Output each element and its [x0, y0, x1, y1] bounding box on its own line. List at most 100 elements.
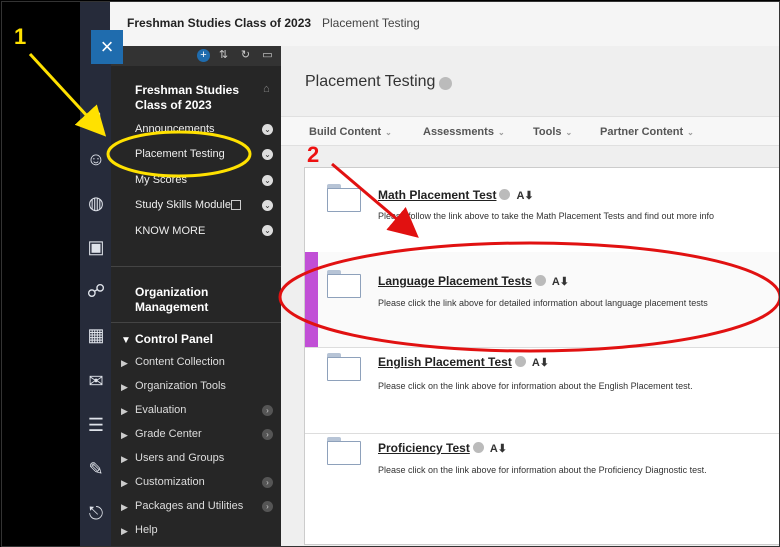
breadcrumb-page: Placement Testing: [322, 16, 420, 30]
edit-icon[interactable]: ✎: [85, 458, 107, 480]
globe-icon[interactable]: ◍: [85, 192, 107, 214]
caret-right-icon: ▶: [121, 430, 128, 440]
item-title[interactable]: Language Placement Tests A⬇: [378, 274, 569, 288]
list-item: Proficiency Test A⬇ Please click on the l…: [305, 433, 779, 519]
chevron-down-icon: ⌄: [385, 128, 392, 137]
action-bar: Build Content ⌄ Assessments ⌄ Tools ⌄ Partn…: [281, 116, 779, 146]
adaptive-release-icon: A⬇: [551, 276, 569, 288]
cp-customization[interactable]: Customization: [135, 476, 205, 488]
annotation-step-1: 1: [14, 24, 27, 49]
course-title[interactable]: Freshman Studies Class of 2023: [135, 83, 261, 113]
chevron-down-icon[interactable]: ⌄: [262, 225, 273, 236]
assessments-label: Assessments: [423, 126, 494, 138]
course-menu-toolbar: + ⇅ ↻ ▭: [111, 46, 281, 66]
reorder-icon[interactable]: ⇅: [217, 49, 230, 62]
chevron-down-icon: ⌄: [687, 128, 694, 137]
cp-users-groups[interactable]: Users and Groups: [135, 452, 224, 464]
item-description: Please click on the link above for infor…: [378, 381, 693, 391]
caret-right-icon: ▶: [121, 526, 128, 536]
tools-label: Tools: [533, 126, 562, 138]
user-icon[interactable]: ☺: [85, 148, 107, 170]
people-icon[interactable]: ☍: [85, 280, 107, 302]
divider: [111, 266, 281, 267]
cp-help[interactable]: Help: [135, 524, 158, 536]
course-menu: + ⇅ ↻ ▭ Freshman Studies Class of 2023 ⌂…: [111, 46, 281, 546]
chevron-down-icon: ⌄: [565, 128, 573, 137]
adaptive-release-icon: A⬇: [516, 190, 534, 202]
item-description: Please follow the link above to take the…: [378, 211, 715, 221]
item-title[interactable]: Proficiency Test A⬇: [378, 441, 507, 455]
chevron-down-icon: ⌄: [497, 128, 505, 137]
cp-grade-center[interactable]: Grade Center: [135, 428, 202, 440]
content-list: Math Placement Test A⬇ Please follow the …: [304, 167, 779, 545]
chevron-down-icon[interactable]: ⌄: [262, 149, 273, 160]
tools-menu[interactable]: Tools ⌄: [533, 126, 572, 138]
caret-right-icon: ▶: [121, 478, 128, 488]
caret-right-icon: ▶: [121, 502, 128, 512]
close-icon[interactable]: ×: [91, 30, 123, 64]
menu-item-study-skills[interactable]: Study Skills Module: [135, 199, 231, 211]
logout-icon[interactable]: ⎋: [85, 502, 107, 524]
caret-down-icon: ▼: [121, 335, 131, 346]
grades-icon[interactable]: ☰: [85, 414, 107, 436]
item-title-text[interactable]: English Placement Test: [378, 355, 512, 369]
menu-item-my-scores[interactable]: My Scores: [135, 174, 187, 186]
annotation-step-2: 2: [307, 142, 320, 167]
breadcrumb-course[interactable]: Freshman Studies Class of 2023: [127, 16, 311, 30]
refresh-icon[interactable]: ↻: [239, 49, 252, 62]
list-item: Language Placement Tests A⬇ Please click …: [305, 252, 779, 348]
calendar-icon[interactable]: ▦: [85, 324, 107, 346]
build-content-menu[interactable]: Build Content ⌄: [309, 126, 392, 138]
arrow-right-icon[interactable]: ›: [262, 477, 273, 488]
list-item: Math Placement Test A⬇ Please follow the …: [305, 168, 779, 253]
folder-icon: [327, 270, 361, 298]
arrow-right-icon[interactable]: ›: [262, 405, 273, 416]
item-title-text[interactable]: Language Placement Tests: [378, 274, 532, 288]
drag-handle[interactable]: [305, 252, 318, 347]
page-title: Placement Testing: [305, 73, 436, 90]
chevron-down-icon[interactable]: [514, 356, 526, 367]
breadcrumb: Freshman Studies Class of 2023 Placement…: [110, 2, 779, 47]
mail-icon[interactable]: ✉: [85, 370, 107, 392]
org-management-heading: Organization Management: [135, 285, 209, 314]
content-area: Placement Testing Build Content ⌄ Assessm…: [281, 46, 779, 546]
chevron-down-icon[interactable]: [534, 275, 546, 286]
assessments-menu[interactable]: Assessments ⌄: [423, 126, 505, 138]
build-content-label: Build Content: [309, 126, 382, 138]
item-title-text[interactable]: Math Placement Test: [378, 188, 496, 202]
chevron-down-icon[interactable]: ⌄: [262, 200, 273, 211]
item-title[interactable]: Math Placement Test A⬇: [378, 188, 534, 202]
cp-packages-utilities[interactable]: Packages and Utilities: [135, 500, 243, 512]
divider: [111, 322, 281, 323]
menu-item-announcements[interactable]: Announcements: [135, 123, 215, 135]
chevron-down-icon[interactable]: [499, 189, 511, 200]
adaptive-release-icon: A⬇: [489, 443, 507, 455]
adaptive-release-icon: A⬇: [531, 357, 549, 369]
chevron-down-icon[interactable]: [439, 77, 452, 90]
institution-icon[interactable]: ⌂: [85, 102, 107, 124]
menu-item-know-more[interactable]: KNOW MORE: [135, 225, 205, 237]
partner-content-menu[interactable]: Partner Content ⌄: [600, 126, 694, 138]
item-title[interactable]: English Placement Test A⬇: [378, 355, 549, 369]
chevron-down-icon[interactable]: ⌄: [262, 124, 273, 135]
item-title-text[interactable]: Proficiency Test: [378, 441, 470, 455]
folder-icon: [327, 437, 361, 465]
menu-item-placement-testing[interactable]: Placement Testing: [135, 148, 225, 160]
cp-content-collection[interactable]: Content Collection: [135, 356, 225, 368]
cp-organization-tools[interactable]: Organization Tools: [135, 380, 226, 392]
control-panel-heading[interactable]: Control Panel: [135, 332, 213, 347]
caret-right-icon: ▶: [121, 358, 128, 368]
folder-icon: [327, 353, 361, 381]
chevron-down-icon[interactable]: [472, 442, 484, 453]
caret-right-icon: ▶: [121, 406, 128, 416]
folder-view-icon[interactable]: ▭: [261, 49, 274, 62]
home-icon[interactable]: ⌂: [263, 83, 270, 95]
partner-content-label: Partner Content: [600, 126, 684, 138]
cp-evaluation[interactable]: Evaluation: [135, 404, 186, 416]
chevron-down-icon[interactable]: ⌄: [262, 175, 273, 186]
arrow-right-icon[interactable]: ›: [262, 429, 273, 440]
courses-icon[interactable]: ▣: [85, 236, 107, 258]
add-menu-item-icon[interactable]: +: [197, 49, 210, 62]
arrow-right-icon[interactable]: ›: [262, 501, 273, 512]
caret-right-icon: ▶: [121, 382, 128, 392]
